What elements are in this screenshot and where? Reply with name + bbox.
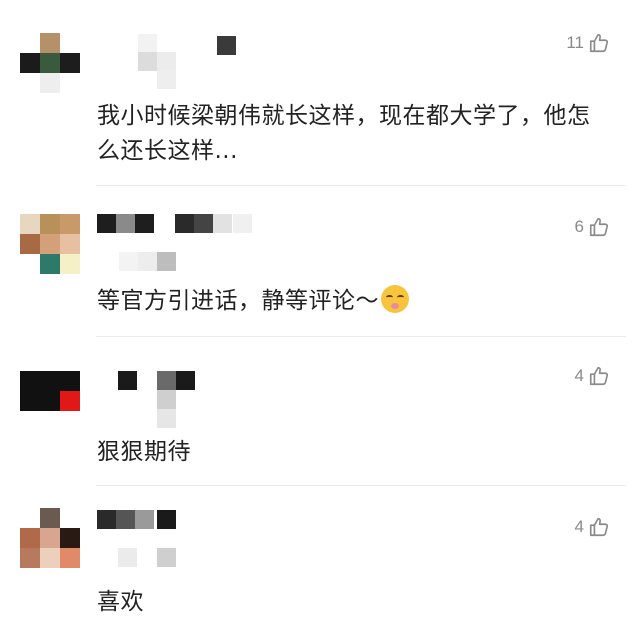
comment-text-content: 等官方引进话，静等评论～ bbox=[97, 288, 379, 314]
comment-text: 喜欢 bbox=[97, 589, 144, 615]
avatar[interactable] bbox=[20, 371, 80, 431]
like-count: 4 bbox=[574, 366, 584, 385]
flushed-face-emoji bbox=[381, 285, 409, 313]
comment-item: 6 等官方引进话，静等评论～ bbox=[0, 186, 640, 336]
avatar[interactable] bbox=[20, 33, 80, 93]
comment-text: 我小时候梁朝伟就长这样，现在都大学了，他怎么还长这样... bbox=[97, 103, 591, 164]
avatar[interactable] bbox=[20, 214, 80, 274]
like-button[interactable]: 4 bbox=[575, 516, 610, 538]
comment-text: 狠狠期待 bbox=[97, 439, 191, 465]
thumbs-up-icon bbox=[589, 366, 609, 386]
like-count: 4 bbox=[574, 517, 584, 536]
like-button[interactable]: 4 bbox=[575, 365, 610, 387]
like-count: 6 bbox=[574, 217, 584, 236]
like-button[interactable]: 11 bbox=[566, 32, 610, 54]
like-count: 11 bbox=[566, 33, 584, 52]
comment-item: 4 喜欢 bbox=[0, 486, 640, 627]
like-button[interactable]: 6 bbox=[575, 216, 610, 238]
thumbs-up-icon bbox=[589, 517, 609, 537]
comment-text: 等官方引进话，静等评论～ bbox=[97, 284, 610, 319]
avatar[interactable] bbox=[20, 508, 80, 568]
comment-item: 4 狠狠期待 bbox=[0, 337, 640, 485]
thumbs-up-icon bbox=[589, 33, 609, 53]
thumbs-up-icon bbox=[589, 217, 609, 237]
comment-item: 11 我小时候梁朝伟就长这样，现在都大学了，他怎么还长这样... bbox=[0, 0, 640, 186]
